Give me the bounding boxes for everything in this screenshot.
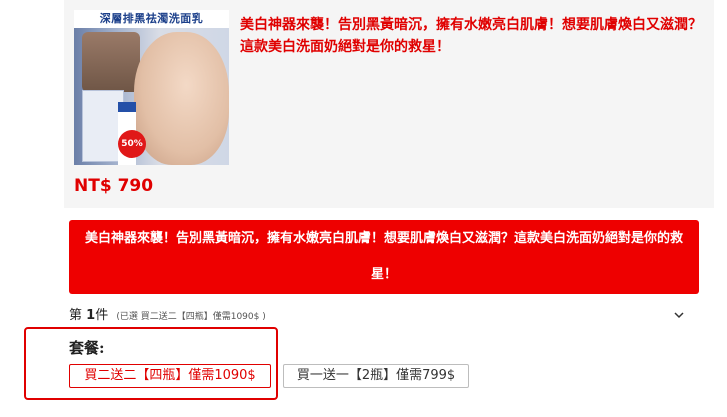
package-option-buy1get1[interactable]: 買一送一【2瓶】僅需799$ <box>283 364 469 388</box>
product-description: 美白神器來襲！告別黑黃暗沉，擁有水嫩亮白肌膚！想要肌膚煥白又滋潤？這款美白洗面奶… <box>240 17 702 55</box>
product-image[interactable]: 50% OFF 深層排黑祛濁洗面乳 <box>74 10 229 165</box>
discount-badge: 50% OFF <box>118 130 146 158</box>
item-selector-row[interactable]: 第 1件 (已選 買二送二【四瓶】僅需1090$ ) <box>69 305 689 327</box>
before-face-image <box>82 32 140 92</box>
item-suffix: 件 <box>95 308 109 323</box>
product-price: NT$ 790 <box>74 176 154 196</box>
image-banner-text: 深層排黑祛濁洗面乳 <box>74 10 229 28</box>
package-label: 套餐: <box>69 339 105 357</box>
item-prefix: 第 <box>69 308 83 323</box>
item-selected-note: (已選 買二送二【四瓶】僅需1090$ ) <box>116 312 266 322</box>
item-number: 1 <box>86 308 96 323</box>
chevron-down-icon[interactable] <box>673 309 685 321</box>
promo-banner: 美白神器來襲！告別黑黃暗沉，擁有水嫩亮白肌膚！想要肌膚煥白又滋潤？這款美白洗面奶… <box>69 220 699 294</box>
model-face-image <box>134 32 229 165</box>
promo-banner-text: 美白神器來襲！告別黑黃暗沉，擁有水嫩亮白肌膚！想要肌膚煥白又滋潤？這款美白洗面奶… <box>84 231 683 282</box>
product-card: 50% OFF 深層排黑祛濁洗面乳 美白神器來襲！告別黑黃暗沉，擁有水嫩亮白肌膚… <box>64 0 714 208</box>
package-option-buy2get2[interactable]: 買二送二【四瓶】僅需1090$ <box>69 364 271 388</box>
